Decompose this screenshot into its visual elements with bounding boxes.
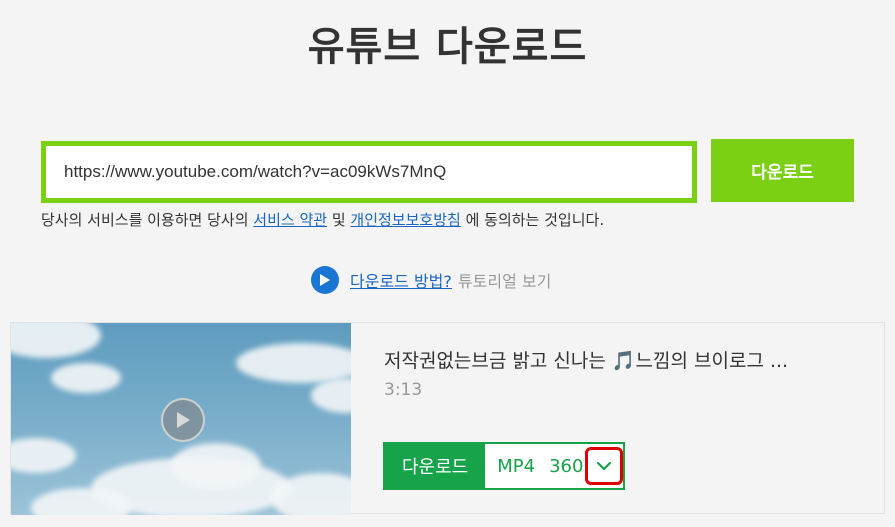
- format-select[interactable]: MP4 360: [485, 444, 624, 488]
- terms-suffix: 에 동의하는 것입니다.: [460, 211, 605, 229]
- howto-link[interactable]: 다운로드 방법?: [350, 268, 452, 292]
- video-thumbnail[interactable]: [11, 323, 351, 515]
- play-icon[interactable]: [161, 398, 205, 442]
- terms-notice: 당사의 서비스를 이용하면 당사의 서비스 약관 및 개인정보보호방침 에 동의…: [41, 209, 604, 230]
- play-circle-icon[interactable]: [311, 266, 339, 294]
- video-duration: 3:13: [384, 380, 423, 400]
- download-submit-button[interactable]: 다운로드: [711, 139, 854, 202]
- url-input-box[interactable]: [41, 141, 697, 203]
- terms-of-service-link[interactable]: 서비스 약관: [253, 211, 327, 229]
- howto-row: 다운로드 방법? 튜토리얼 보기: [311, 266, 551, 294]
- url-input[interactable]: [62, 161, 692, 183]
- video-title: 저작권없는브금 밝고 신나는 🎵느낌의 브이로그 ...: [384, 350, 789, 372]
- download-button[interactable]: 다운로드: [385, 444, 486, 488]
- privacy-policy-link[interactable]: 개인정보보호방침: [350, 211, 460, 229]
- tutorial-label: 튜토리얼 보기: [457, 272, 552, 291]
- chevron-down-icon[interactable]: [585, 447, 624, 485]
- page-title: 유튜브 다운로드: [307, 24, 588, 70]
- download-control-group: 다운로드 MP4 360: [383, 442, 626, 490]
- terms-prefix: 당사의 서비스를 이용하면 당사의: [41, 211, 254, 229]
- video-result-card: 저작권없는브금 밝고 신나는 🎵느낌의 브이로그 ... 3:13 다운로드 M…: [10, 322, 885, 515]
- format-label: MP4: [497, 455, 536, 477]
- terms-middle: 및: [327, 211, 351, 229]
- page: 유튜브 다운로드 다운로드 당사의 서비스를 이용하면 당사의 서비스 약관 및…: [0, 0, 895, 527]
- quality-label: 360: [549, 455, 584, 477]
